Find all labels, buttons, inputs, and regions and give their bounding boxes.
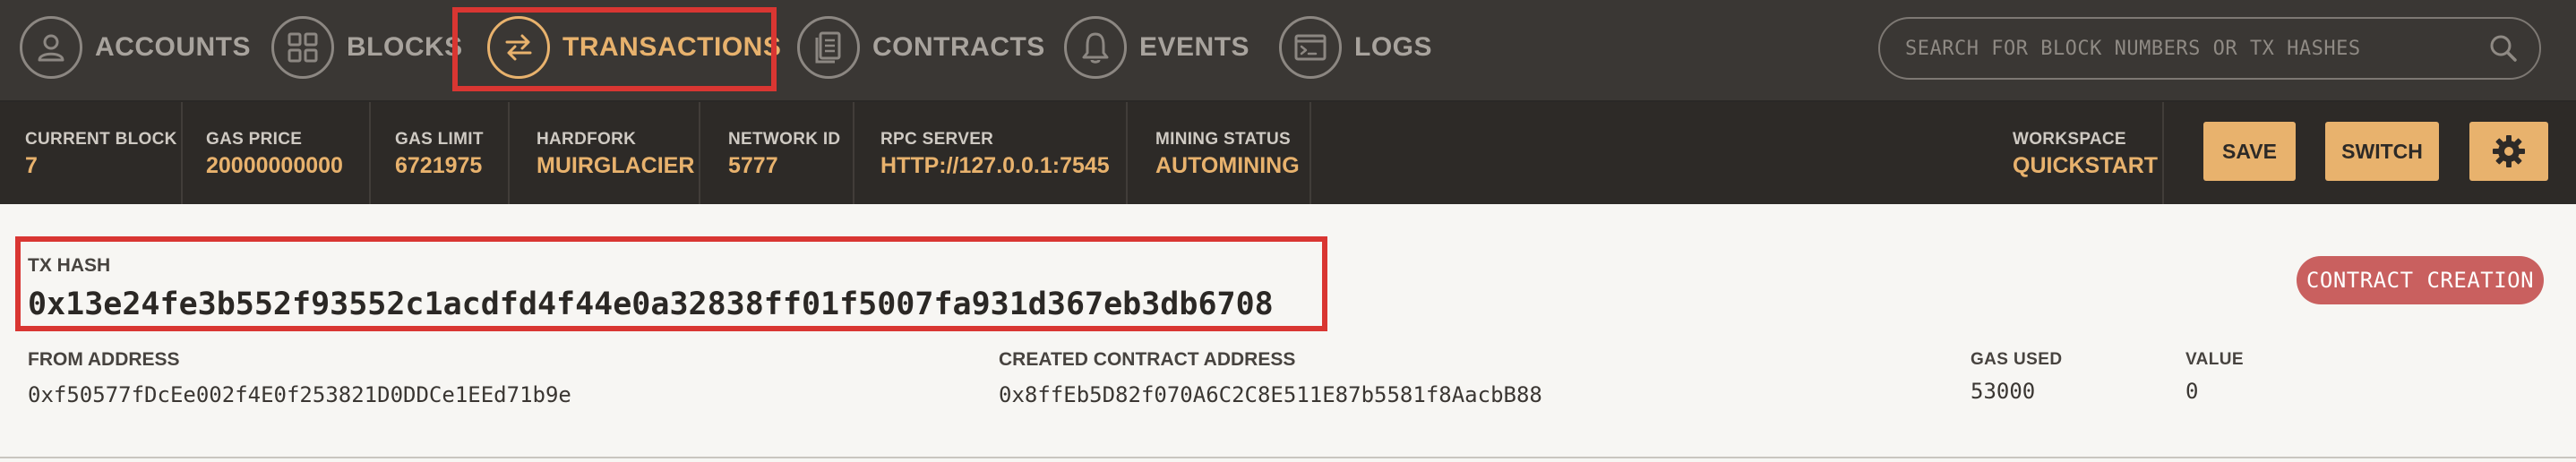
nav-logs[interactable]: LOGS [1279, 15, 1432, 80]
transactions-icon [487, 16, 550, 79]
bell-icon [1064, 16, 1127, 79]
search-bar[interactable] [1878, 17, 2541, 80]
blocks-icon [271, 16, 334, 79]
save-button[interactable]: SAVE [2203, 122, 2296, 181]
nav-events[interactable]: EVENTS [1064, 15, 1249, 80]
divider [181, 102, 183, 204]
from-address-value: 0xf50577fDcEe002f4E0f253821D0DDCe1EEd71b… [28, 382, 571, 407]
nav-transactions-label: TRANSACTIONS [562, 32, 782, 62]
divider [1309, 102, 1311, 204]
gas-price-label: GAS PRICE [206, 130, 303, 149]
divider [0, 457, 2576, 458]
top-navigation: ACCOUNTS BLOCKS TRANSACTIONS CONTRACTS E… [0, 0, 2576, 102]
value-label: VALUE [2185, 350, 2244, 369]
nav-blocks-label: BLOCKS [347, 32, 463, 62]
current-block-stat: CURRENT BLOCK 7 [25, 102, 177, 204]
divider [1126, 102, 1128, 204]
created-contract-address-value: 0x8ffEb5D82f070A6C2C8E511E87b5581f8AacbB… [999, 382, 1542, 407]
gas-limit-label: GAS LIMIT [395, 130, 484, 149]
current-block-value: 7 [25, 153, 38, 178]
created-contract-address-label: CREATED CONTRACT ADDRESS [999, 349, 1296, 370]
tx-hash-label: TX HASH [28, 255, 111, 276]
gas-limit-value: 6721975 [395, 153, 483, 178]
terminal-icon [1279, 16, 1342, 79]
network-id-stat: NETWORK ID 5777 [728, 102, 840, 204]
gas-price-stat: GAS PRICE 20000000000 [206, 102, 343, 204]
workspace-stat: WORKSPACE QUICKSTART [2013, 102, 2158, 204]
gas-limit-stat: GAS LIMIT 6721975 [395, 102, 484, 204]
transaction-detail [0, 204, 2576, 458]
divider [699, 102, 700, 204]
nav-contracts[interactable]: CONTRACTS [797, 15, 1045, 80]
network-id-value: 5777 [728, 153, 778, 178]
mining-status-value: AUTOMINING [1155, 153, 1300, 178]
hardfork-label: HARDFORK [537, 130, 637, 149]
nav-logs-label: LOGS [1354, 32, 1433, 62]
workspace-value: QUICKSTART [2013, 153, 2159, 178]
value-value: 0 [2185, 379, 2199, 404]
rpc-server-stat: RPC SERVER HTTP://127.0.0.1:7545 [880, 102, 1110, 204]
gas-used-label: GAS USED [1971, 350, 2063, 369]
account-icon [20, 16, 82, 79]
divider [853, 102, 854, 204]
nav-events-label: EVENTS [1139, 32, 1250, 62]
nav-transactions[interactable]: TRANSACTIONS [487, 15, 781, 80]
hardfork-stat: HARDFORK MUIRGLACIER [537, 102, 694, 204]
search-icon[interactable] [2487, 32, 2520, 64]
nav-blocks[interactable]: BLOCKS [271, 15, 463, 80]
contract-creation-badge: CONTRACT CREATION [2297, 256, 2544, 304]
nav-accounts[interactable]: ACCOUNTS [20, 15, 251, 80]
gas-used-value: 53000 [1971, 379, 2036, 404]
gas-price-value: 20000000000 [206, 153, 343, 178]
divider [508, 102, 510, 204]
contracts-icon [797, 16, 860, 79]
rpc-server-value: HTTP://127.0.0.1:7545 [880, 153, 1110, 178]
settings-button[interactable] [2469, 122, 2548, 181]
mining-status-label: MINING STATUS [1155, 130, 1291, 149]
gear-icon [2493, 135, 2525, 167]
rpc-server-label: RPC SERVER [880, 130, 994, 149]
tx-hash-value: 0x13e24fe3b552f93552c1acdfd4f44e0a32838f… [28, 287, 1274, 322]
search-input[interactable] [1903, 36, 2487, 61]
nav-contracts-label: CONTRACTS [872, 32, 1045, 62]
current-block-label: CURRENT BLOCK [25, 130, 177, 149]
workspace-label: WORKSPACE [2013, 130, 2126, 149]
nav-accounts-label: ACCOUNTS [95, 32, 251, 62]
switch-button[interactable]: SWITCH [2325, 122, 2439, 181]
status-bar: CURRENT BLOCK 7 GAS PRICE 20000000000 GA… [0, 102, 2576, 204]
divider [369, 102, 371, 204]
divider [2162, 102, 2164, 204]
hardfork-value: MUIRGLACIER [537, 153, 695, 178]
from-address-label: FROM ADDRESS [28, 349, 180, 370]
mining-status-stat: MINING STATUS AUTOMINING [1155, 102, 1300, 204]
network-id-label: NETWORK ID [728, 130, 841, 149]
